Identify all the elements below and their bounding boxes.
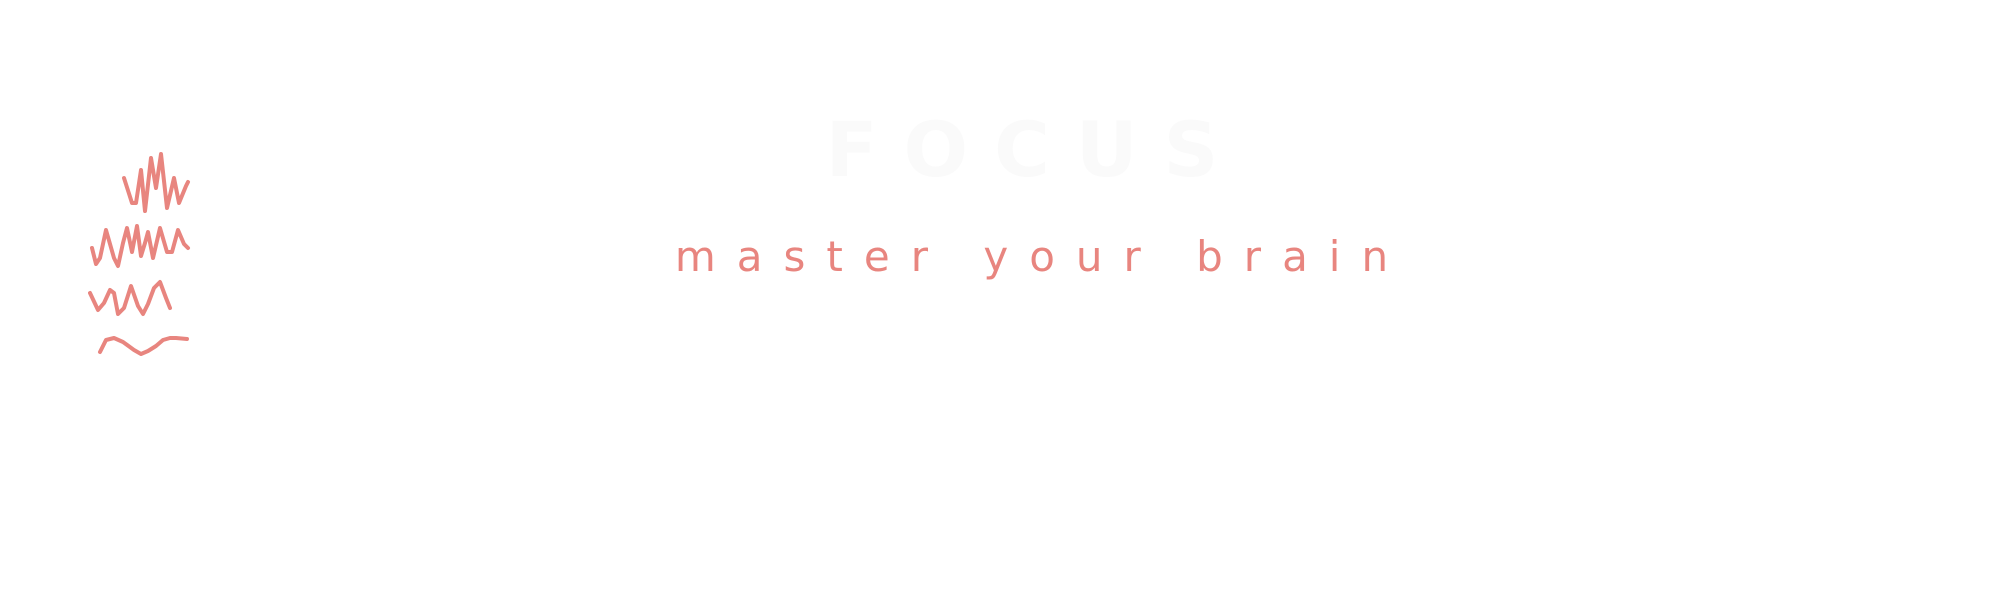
brainwave-line-4 xyxy=(98,336,189,356)
banner: FOCUS master your brain xyxy=(0,0,2000,600)
brainwave-line-3 xyxy=(88,280,172,316)
tagline: master your brain xyxy=(674,232,1410,281)
app-title: FOCUS xyxy=(825,105,1245,194)
